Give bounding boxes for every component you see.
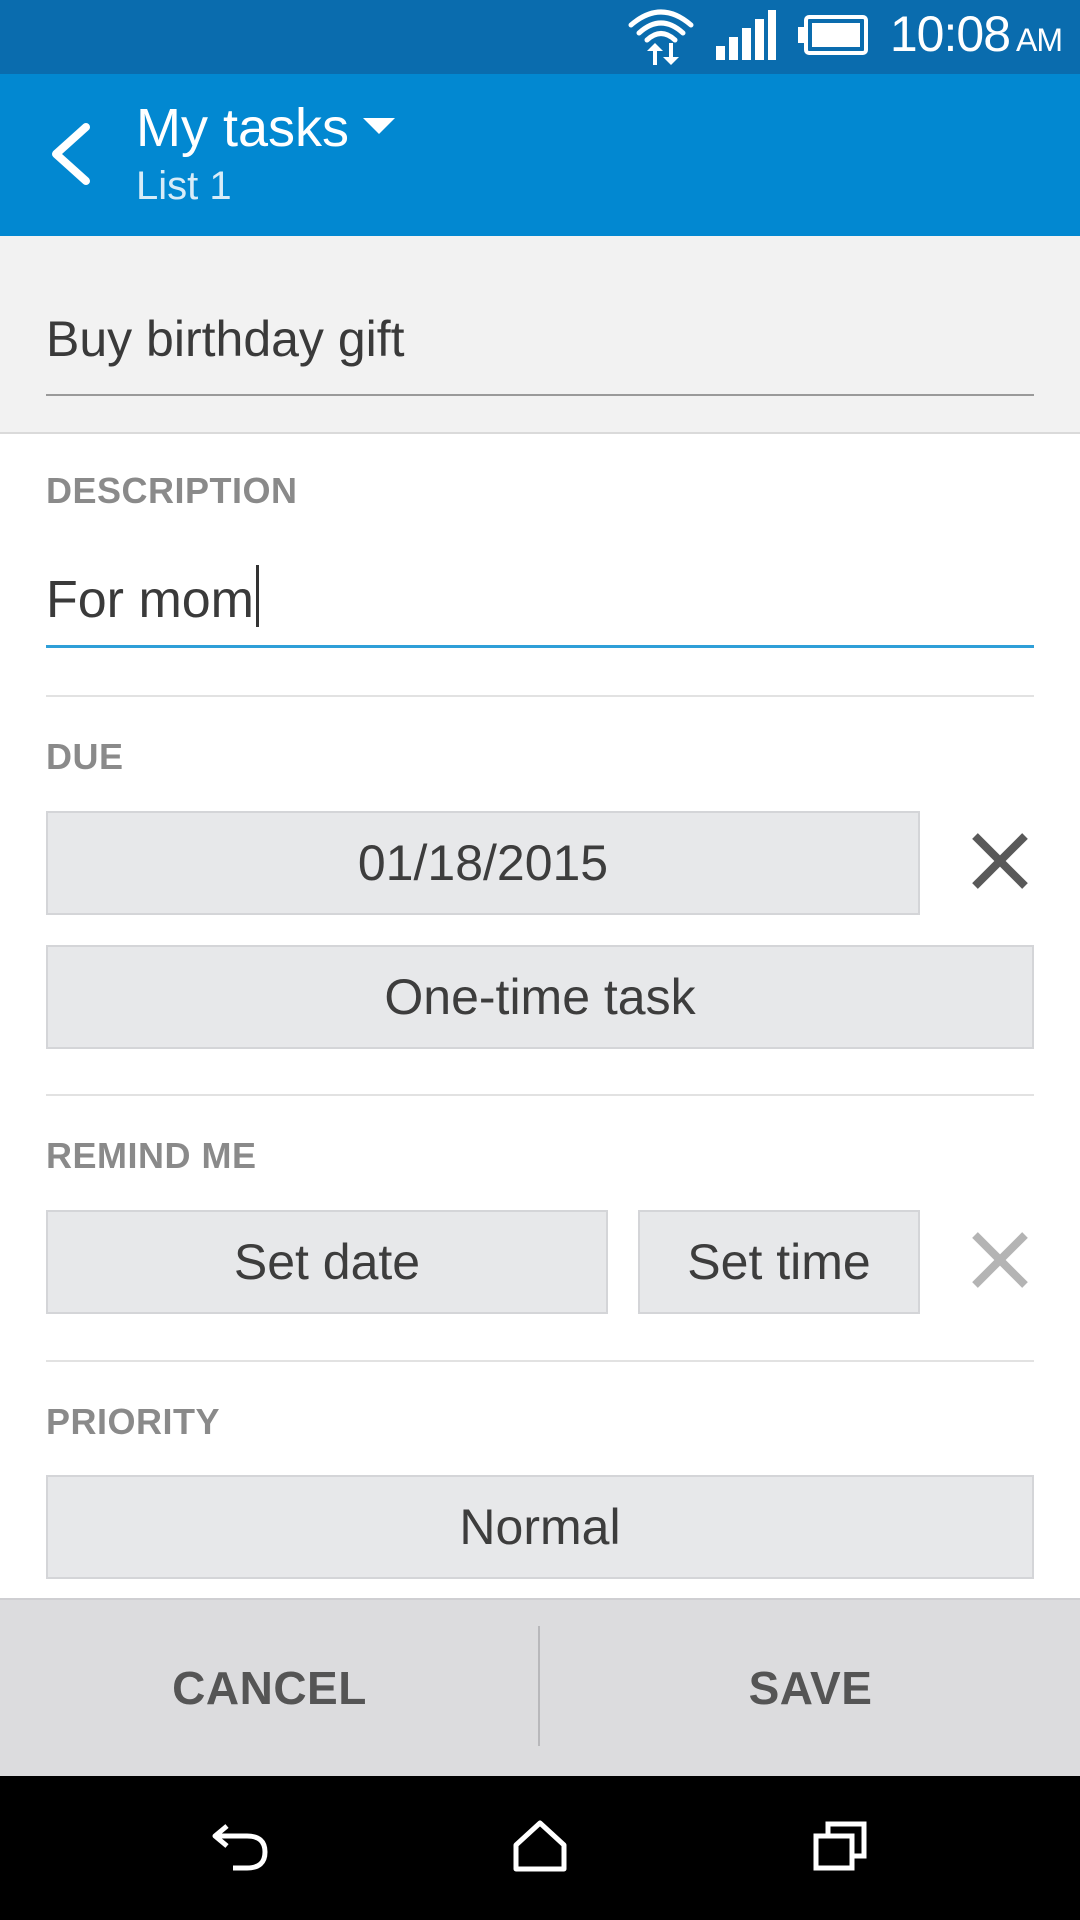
battery-icon <box>797 14 868 60</box>
signal-icon <box>715 9 776 65</box>
status-time-ampm: AM <box>1016 22 1063 58</box>
task-title-area: Buy birthday gift <box>0 236 1080 434</box>
save-button[interactable]: SAVE <box>541 1600 1080 1776</box>
recents-icon <box>812 1820 868 1877</box>
clear-reminder-button[interactable] <box>955 1217 1045 1307</box>
back-button[interactable] <box>28 114 112 198</box>
nav-recents-button[interactable] <box>780 1798 900 1898</box>
clear-due-button[interactable] <box>955 818 1045 908</box>
chevron-left-icon <box>48 122 92 190</box>
description-value: For mom <box>46 571 254 629</box>
status-clock: 10:08 AM <box>889 3 1063 71</box>
app-subtitle: List 1 <box>136 164 232 208</box>
nav-home-button[interactable] <box>480 1798 600 1898</box>
task-edit-screen: 10:08 AM My tasks List 1 Buy birthday gi… <box>0 0 1080 1920</box>
action-separator <box>538 1626 540 1746</box>
app-title: My tasks <box>136 98 350 158</box>
due-date-button[interactable]: 01/18/2015 <box>46 811 920 915</box>
divider <box>46 1360 1034 1362</box>
remind-me-label: REMIND ME <box>46 1135 257 1176</box>
back-icon <box>211 1818 271 1879</box>
status-icons: 10:08 AM <box>628 3 1063 71</box>
description-input[interactable]: For mom <box>46 560 1034 648</box>
divider <box>46 1094 1034 1096</box>
remind-set-date-button[interactable]: Set date <box>46 1210 608 1314</box>
cancel-button[interactable]: CANCEL <box>0 1600 539 1776</box>
app-bar: My tasks List 1 <box>0 74 1080 236</box>
nav-back-button[interactable] <box>181 1798 301 1898</box>
due-label: DUE <box>46 736 124 777</box>
status-bar: 10:08 AM <box>0 0 1080 74</box>
title-block: My tasks List 1 <box>136 96 396 212</box>
wifi-icon <box>628 5 694 70</box>
description-label: DESCRIPTION <box>46 470 298 511</box>
task-title-input[interactable]: Buy birthday gift <box>46 304 1034 396</box>
remind-set-time-button[interactable]: Set time <box>638 1210 920 1314</box>
priority-button[interactable]: Normal <box>46 1475 1034 1579</box>
triangle-down-icon <box>363 116 396 141</box>
navigation-bar <box>0 1776 1080 1920</box>
close-icon <box>971 832 1029 895</box>
status-time-value: 10:08 <box>889 6 1011 62</box>
divider <box>46 695 1034 697</box>
repeat-button[interactable]: One-time task <box>46 945 1034 1049</box>
text-caret <box>256 565 259 627</box>
action-bar: CANCEL SAVE <box>0 1598 1080 1776</box>
priority-label: PRIORITY <box>46 1401 221 1442</box>
list-selector-dropdown[interactable]: My tasks <box>136 96 396 160</box>
home-icon <box>512 1819 568 1878</box>
close-icon <box>971 1231 1029 1294</box>
